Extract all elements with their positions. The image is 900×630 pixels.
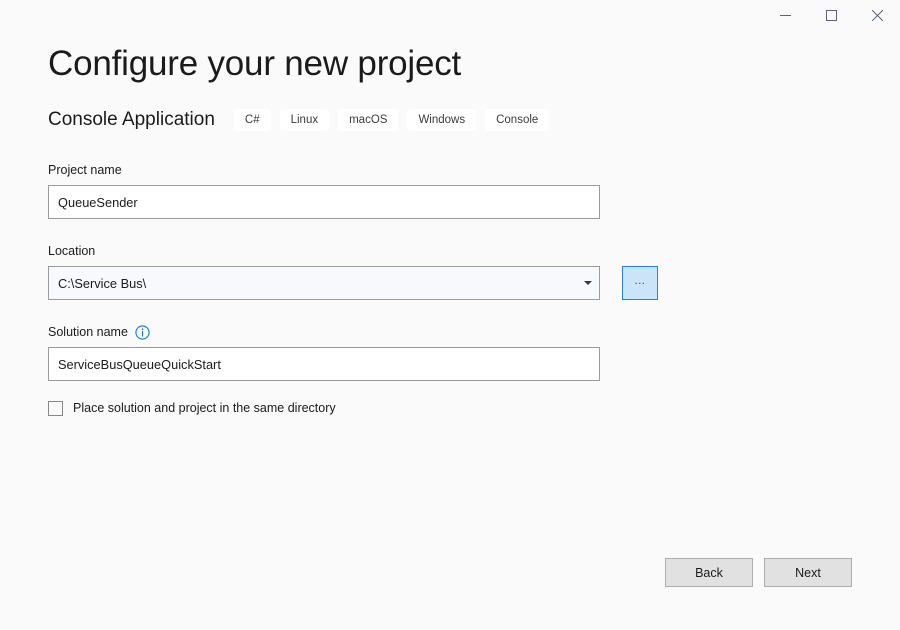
template-tag-list: C# Linux macOS Windows Console [234, 109, 549, 131]
same-directory-checkbox[interactable] [48, 401, 63, 416]
project-name-input[interactable]: QueueSender [48, 185, 600, 219]
template-tag-linux: Linux [280, 109, 330, 131]
dialog-footer: Back Next [0, 558, 900, 587]
solution-name-label: Solution name [48, 324, 858, 340]
location-label-text: Location [48, 243, 95, 259]
location-row: C:\Service Bus\ ... [48, 266, 858, 300]
dialog-body: Configure your new project Console Appli… [48, 0, 858, 416]
same-directory-row[interactable]: Place solution and project in the same d… [48, 400, 858, 416]
template-summary: Console Application C# Linux macOS Windo… [48, 106, 858, 134]
template-tag-console: Console [485, 109, 549, 131]
page-title: Configure your new project [48, 0, 858, 86]
location-label: Location [48, 243, 858, 259]
chevron-down-icon[interactable] [577, 267, 599, 299]
same-directory-label: Place solution and project in the same d… [73, 400, 336, 416]
project-name-label-text: Project name [48, 162, 122, 178]
template-name: Console Application [48, 108, 215, 132]
close-button[interactable] [854, 0, 900, 30]
location-value: C:\Service Bus\ [58, 276, 146, 291]
info-icon[interactable] [135, 325, 150, 340]
template-tag-macos: macOS [338, 109, 398, 131]
template-tag-windows: Windows [407, 109, 476, 131]
solution-name-label-text: Solution name [48, 324, 128, 340]
solution-name-value: ServiceBusQueueQuickStart [58, 357, 221, 372]
next-button[interactable]: Next [764, 558, 852, 587]
browse-location-button[interactable]: ... [622, 266, 658, 300]
location-combobox[interactable]: C:\Service Bus\ [48, 266, 600, 300]
project-name-label: Project name [48, 162, 858, 178]
back-button[interactable]: Back [665, 558, 753, 587]
solution-name-input[interactable]: ServiceBusQueueQuickStart [48, 347, 600, 381]
close-icon [872, 10, 883, 21]
template-tag-csharp: C# [234, 109, 271, 131]
project-name-value: QueueSender [58, 195, 138, 210]
